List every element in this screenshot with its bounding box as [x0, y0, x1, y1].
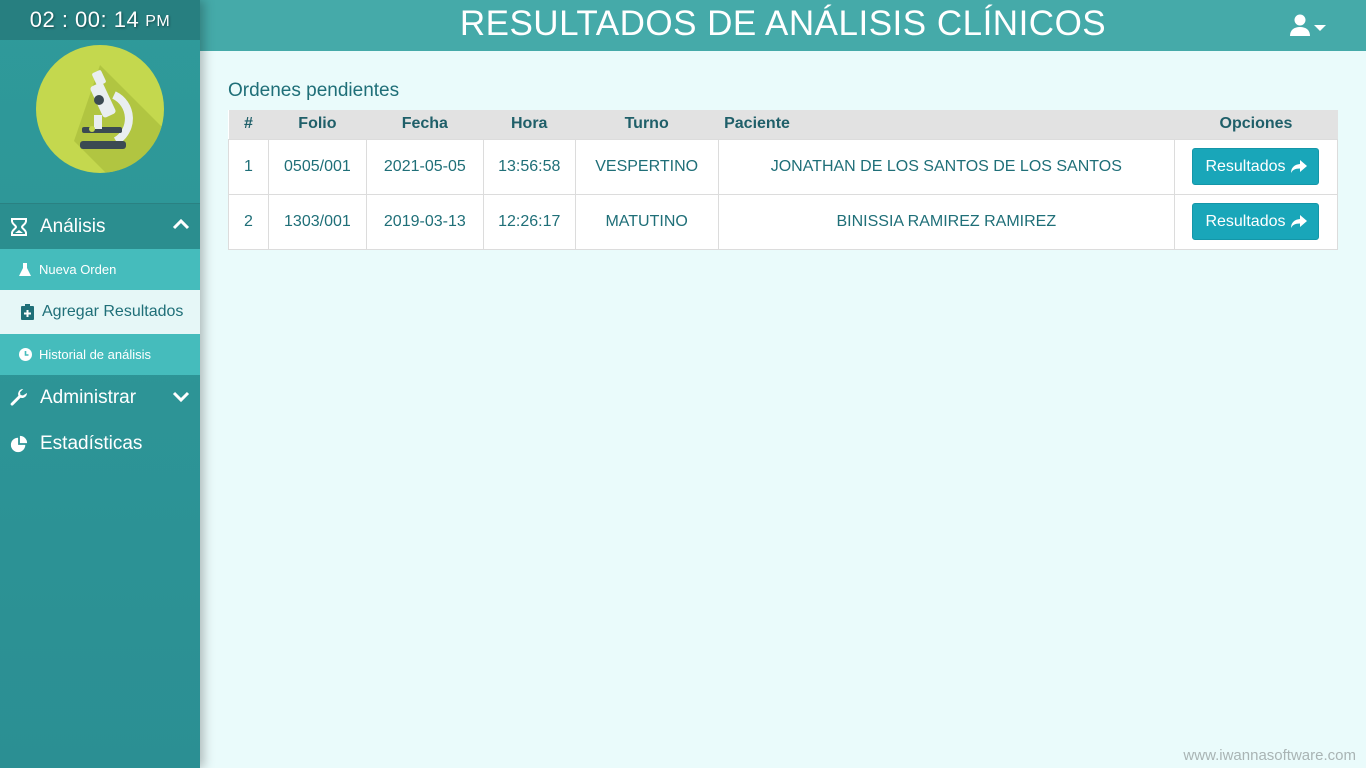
analisis-submenu: Nueva Orden Agregar Resultados Historial…: [0, 249, 200, 375]
col-paciente: Paciente: [718, 110, 1175, 139]
resultados-button[interactable]: Resultados: [1192, 148, 1320, 185]
table-header-row: # Folio Fecha Hora Turno Paciente Opcion…: [228, 110, 1338, 139]
resultados-button[interactable]: Resultados: [1192, 203, 1320, 240]
share-arrow-icon: [1290, 215, 1307, 228]
menu-administrar[interactable]: Administrar: [0, 375, 200, 421]
col-hora: Hora: [483, 110, 576, 139]
cell-turno: MATUTINO: [574, 193, 719, 250]
user-icon: [1290, 14, 1310, 41]
cell-opciones: Resultados: [1173, 193, 1339, 250]
main-content: Ordenes pendientes # Folio Fecha Hora Tu…: [228, 80, 1339, 250]
hourglass-icon: [10, 217, 28, 236]
cell-fecha: 2019-03-13: [365, 193, 484, 250]
cell-num: 2: [228, 193, 269, 250]
nueva-orden-label: Nueva Orden: [39, 262, 117, 277]
flask-icon: [18, 262, 32, 277]
menu-administrar-label: Administrar: [40, 387, 137, 408]
cell-folio: 0505/001: [267, 138, 367, 195]
section-title: Ordenes pendientes: [228, 80, 400, 101]
wrench-icon: [10, 389, 28, 407]
clock: 02 : 00: 14 PM: [0, 0, 200, 40]
logo-area: [0, 40, 200, 203]
col-folio: Folio: [268, 110, 367, 139]
sidebar: 02 : 00: 14 PM Análisis Nueva Orden Agre…: [0, 0, 200, 768]
microscope-icon: [36, 45, 164, 173]
header-bar: RESULTADOS DE ANÁLISIS CLÍNICOS: [200, 0, 1366, 51]
table-row: 2 1303/001 2019-03-13 12:26:17 MATUTINO …: [228, 193, 1339, 250]
medical-clipboard-icon: [20, 304, 34, 320]
watermark: www.iwannasoftware.com: [1183, 747, 1356, 764]
menu-analisis[interactable]: Análisis: [0, 203, 200, 249]
col-turno: Turno: [575, 110, 719, 139]
sidebar-item-agregar-resultados[interactable]: Agregar Resultados: [0, 290, 200, 334]
col-num: #: [228, 110, 269, 139]
cell-hora: 12:26:17: [482, 193, 576, 250]
cell-fecha: 2021-05-05: [365, 138, 484, 195]
cell-opciones: Resultados: [1173, 138, 1339, 195]
cell-folio: 1303/001: [267, 193, 367, 250]
col-fecha: Fecha: [366, 110, 484, 139]
cell-paciente: BINISSIA RAMIREZ RAMIREZ: [717, 193, 1175, 250]
clock-time: 02 : 00: 14: [29, 7, 140, 32]
col-opciones: Opciones: [1174, 110, 1338, 139]
pie-chart-icon: [10, 435, 28, 453]
user-menu[interactable]: [1290, 14, 1326, 41]
clock-icon: [18, 348, 32, 362]
cell-turno: VESPERTINO: [574, 138, 719, 195]
resultados-button-label: Resultados: [1205, 212, 1286, 230]
chevron-down-icon[interactable]: [172, 387, 190, 405]
page-title: RESULTADOS DE ANÁLISIS CLÍNICOS: [459, 4, 1107, 43]
agregar-resultados-label: Agregar Resultados: [42, 303, 184, 320]
historial-label: Historial de análisis: [39, 347, 151, 362]
menu-estadisticas-label: Estadísticas: [40, 433, 143, 454]
orders-table: # Folio Fecha Hora Turno Paciente Opcion…: [228, 110, 1339, 250]
clock-ampm: PM: [145, 13, 171, 30]
share-arrow-icon: [1290, 160, 1307, 173]
cell-paciente: JONATHAN DE LOS SANTOS DE LOS SANTOS: [717, 138, 1175, 195]
menu-analisis-label: Análisis: [40, 215, 106, 237]
chevron-up-icon[interactable]: [172, 216, 190, 234]
cell-num: 1: [228, 138, 269, 195]
cell-hora: 13:56:58: [482, 138, 576, 195]
caret-down-icon: [1314, 19, 1326, 37]
sidebar-item-historial[interactable]: Historial de análisis: [0, 334, 200, 375]
sidebar-item-nueva-orden[interactable]: Nueva Orden: [0, 249, 200, 290]
menu-estadisticas[interactable]: Estadísticas: [0, 421, 200, 467]
table-row: 1 0505/001 2021-05-05 13:56:58 VESPERTIN…: [228, 138, 1339, 195]
resultados-button-label: Resultados: [1205, 157, 1286, 175]
